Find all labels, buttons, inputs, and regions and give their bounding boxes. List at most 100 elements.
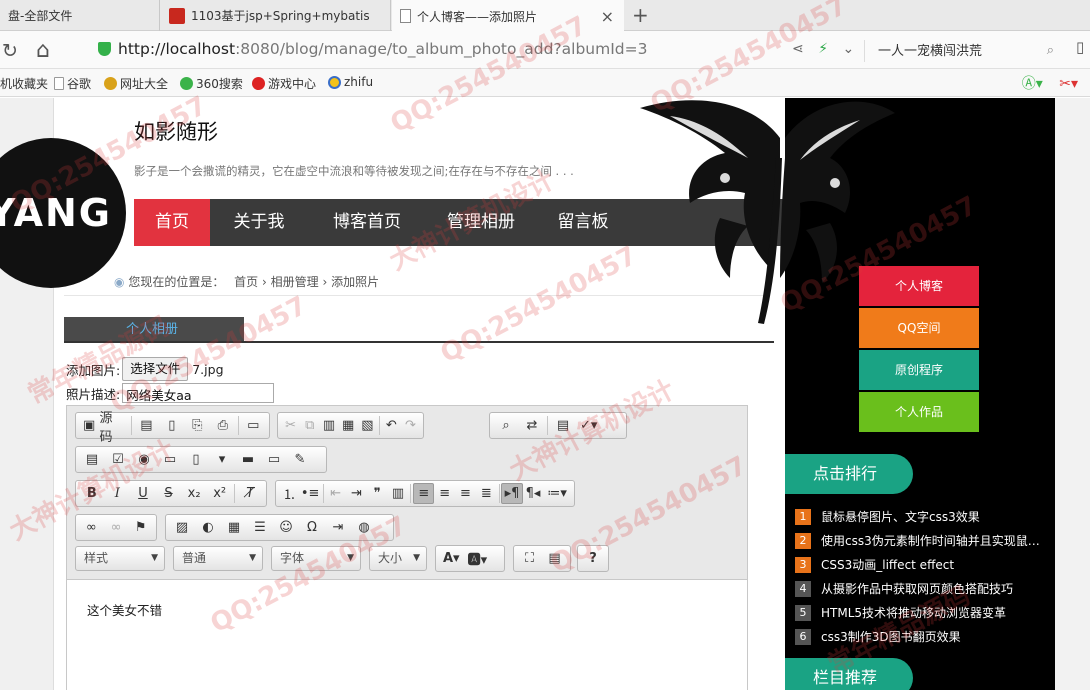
anchor-icon[interactable]: ⚑ [128,517,153,538]
breadcrumb-home[interactable]: 首页 [234,275,258,289]
new-tab-icon[interactable]: + [632,3,649,27]
nav-item-home[interactable]: 首页 [134,199,210,246]
source-button[interactable]: ▣ 源码 [79,411,129,445]
home-icon[interactable]: ⌂ [36,38,50,63]
language-icon[interactable]: ≔▾ [543,483,571,504]
select-icon[interactable]: ▾ [209,449,235,470]
remove-format-icon[interactable]: T̸ [237,483,263,504]
select-all-icon[interactable]: ▤ [550,415,576,436]
align-left-icon[interactable]: ≡ [413,483,435,504]
image-icon[interactable]: ▨ [169,517,195,538]
table-icon[interactable]: ▦ [221,517,247,538]
superscript-icon[interactable]: x² [207,483,233,504]
replace-icon[interactable]: ⇄ [519,415,545,436]
spellcheck-icon[interactable]: ✓▾ [576,415,601,436]
textarea-icon[interactable]: ▯ [183,449,209,470]
search-icon[interactable]: ⌕ [1047,43,1054,58]
radio-icon[interactable]: ◉ [131,449,157,470]
paste-text-icon[interactable]: ▦ [339,415,358,436]
button-icon[interactable]: ▬ [235,449,261,470]
hidden-field-icon[interactable]: ✎ [287,449,313,470]
bold-icon[interactable]: B [79,483,105,504]
bookmark-zhifu[interactable]: zhifu [328,75,373,89]
blockquote-icon[interactable]: ❞ [367,483,388,504]
nav-item-about[interactable]: 关于我 [216,199,302,246]
unlink-icon[interactable]: ∞ [104,517,129,538]
flash-icon[interactable]: ◐ [195,517,221,538]
div-icon[interactable]: ▥ [388,483,409,504]
numbered-list-icon[interactable]: ⒈ [279,483,300,504]
cut-icon[interactable]: ✂ [281,415,300,436]
photo-description-input[interactable]: 网络美女aa [122,383,275,403]
paste-word-icon[interactable]: ▧ [358,415,377,436]
tab-current[interactable]: 个人博客——添加照片 × [392,0,624,32]
underline-icon[interactable]: U [130,483,156,504]
image-button-icon[interactable]: ▭ [261,449,287,470]
rank-item[interactable]: 2 使用css3伪元素制作时间轴并且实现鼠… [795,532,1040,549]
rank-item[interactable]: 5 HTML5技术将推动移动浏览器变革 [795,604,1006,621]
new-page-icon[interactable]: ▯ [159,415,184,436]
bookmark-hao[interactable]: 网址大全 [104,75,168,92]
chevron-down-icon[interactable]: ⌄ [842,41,854,57]
scissors-icon[interactable]: ✂▾ [1059,76,1078,92]
print-icon[interactable]: ⎙ [210,415,235,436]
rank-item[interactable]: 3 CSS3动画_liffect effect [795,556,954,573]
ltr-icon[interactable]: ▸¶ [501,483,523,504]
rank-item[interactable]: 6 css3制作3D图书翻页效果 [795,628,961,645]
sidebar-item-works[interactable]: 个人作品 [859,392,979,432]
maximize-icon[interactable]: ⛶ [517,548,542,569]
smiley-icon[interactable]: ☺ [273,517,299,538]
iframe-icon[interactable]: ◍ [351,517,377,538]
indent-icon[interactable]: ⇥ [346,483,367,504]
justify-icon[interactable]: ≣ [476,483,497,504]
font-select[interactable]: 字体 ▼ [271,546,361,571]
align-right-icon[interactable]: ≡ [455,483,476,504]
help-icon[interactable]: ? [581,548,605,569]
special-char-icon[interactable]: Ω [299,517,325,538]
bookmark-google[interactable]: 谷歌 [54,75,91,92]
breadcrumb-album[interactable]: 相册管理 [271,275,319,289]
checkbox-icon[interactable]: ☑ [105,449,131,470]
close-icon[interactable]: × [601,7,614,26]
textfield-icon[interactable]: ▭ [157,449,183,470]
templates-icon[interactable]: ▭ [241,415,266,436]
copy-icon[interactable]: ⧉ [300,415,319,436]
undo-icon[interactable]: ↶ [382,415,401,436]
search-input[interactable]: 一人一宠横闯洪荒 ⌕ [864,40,1074,62]
page-break-icon[interactable]: ⇥ [325,517,351,538]
rank-item[interactable]: 4 从摄影作品中获取网页颜色搭配技巧 [795,580,1013,597]
more-icon[interactable]: ▯ [1076,38,1084,56]
url-field[interactable]: http://localhost:8080/blog/manage/to_alb… [118,40,647,58]
size-select[interactable]: 大小 ▼ [369,546,427,571]
find-icon[interactable]: ⌕ [493,415,519,436]
site-logo[interactable]: YANG [0,138,126,288]
bookmark-favorites[interactable]: 机收藏夹 [0,75,48,92]
choose-file-button[interactable]: 选择文件 [122,357,189,381]
nav-item-album[interactable]: 管理相册 [426,199,536,246]
bulleted-list-icon[interactable]: •≡ [300,483,321,504]
style-select[interactable]: 样式 ▼ [75,546,165,571]
form-icon[interactable]: ▤ [79,449,105,470]
translate-icon[interactable]: Ⓐ▾ [1022,76,1043,92]
editor-content[interactable]: 这个美女不错 [67,579,747,690]
refresh-icon[interactable]: ↻ [2,40,18,62]
save-icon[interactable]: ▤ [134,415,159,436]
sidebar-item-programs[interactable]: 原创程序 [859,350,979,390]
paste-icon[interactable]: ▥ [319,415,338,436]
subscript-icon[interactable]: x₂ [181,483,207,504]
tab-baidu-pan[interactable]: 盘-全部文件 [0,0,160,31]
outdent-icon[interactable]: ⇤ [325,483,346,504]
horizontal-rule-icon[interactable]: ☰ [247,517,273,538]
bookmark-games[interactable]: 游戏中心 [252,75,316,92]
preview-icon[interactable]: ⎘ [185,415,210,436]
link-icon[interactable]: ∞ [79,517,104,538]
share-icon[interactable]: ⋖ [792,41,804,57]
bookmark-360[interactable]: 360搜索 [180,75,243,92]
align-center-icon[interactable]: ≡ [434,483,455,504]
format-select[interactable]: 普通 ▼ [173,546,263,571]
rtl-icon[interactable]: ¶◂ [523,483,544,504]
tab-jsp-project[interactable]: 1103基于jsp+Spring+mybatis [161,0,391,31]
redo-icon[interactable]: ↷ [401,415,420,436]
show-blocks-icon[interactable]: ▤ [542,548,567,569]
strike-icon[interactable]: S [156,483,182,504]
